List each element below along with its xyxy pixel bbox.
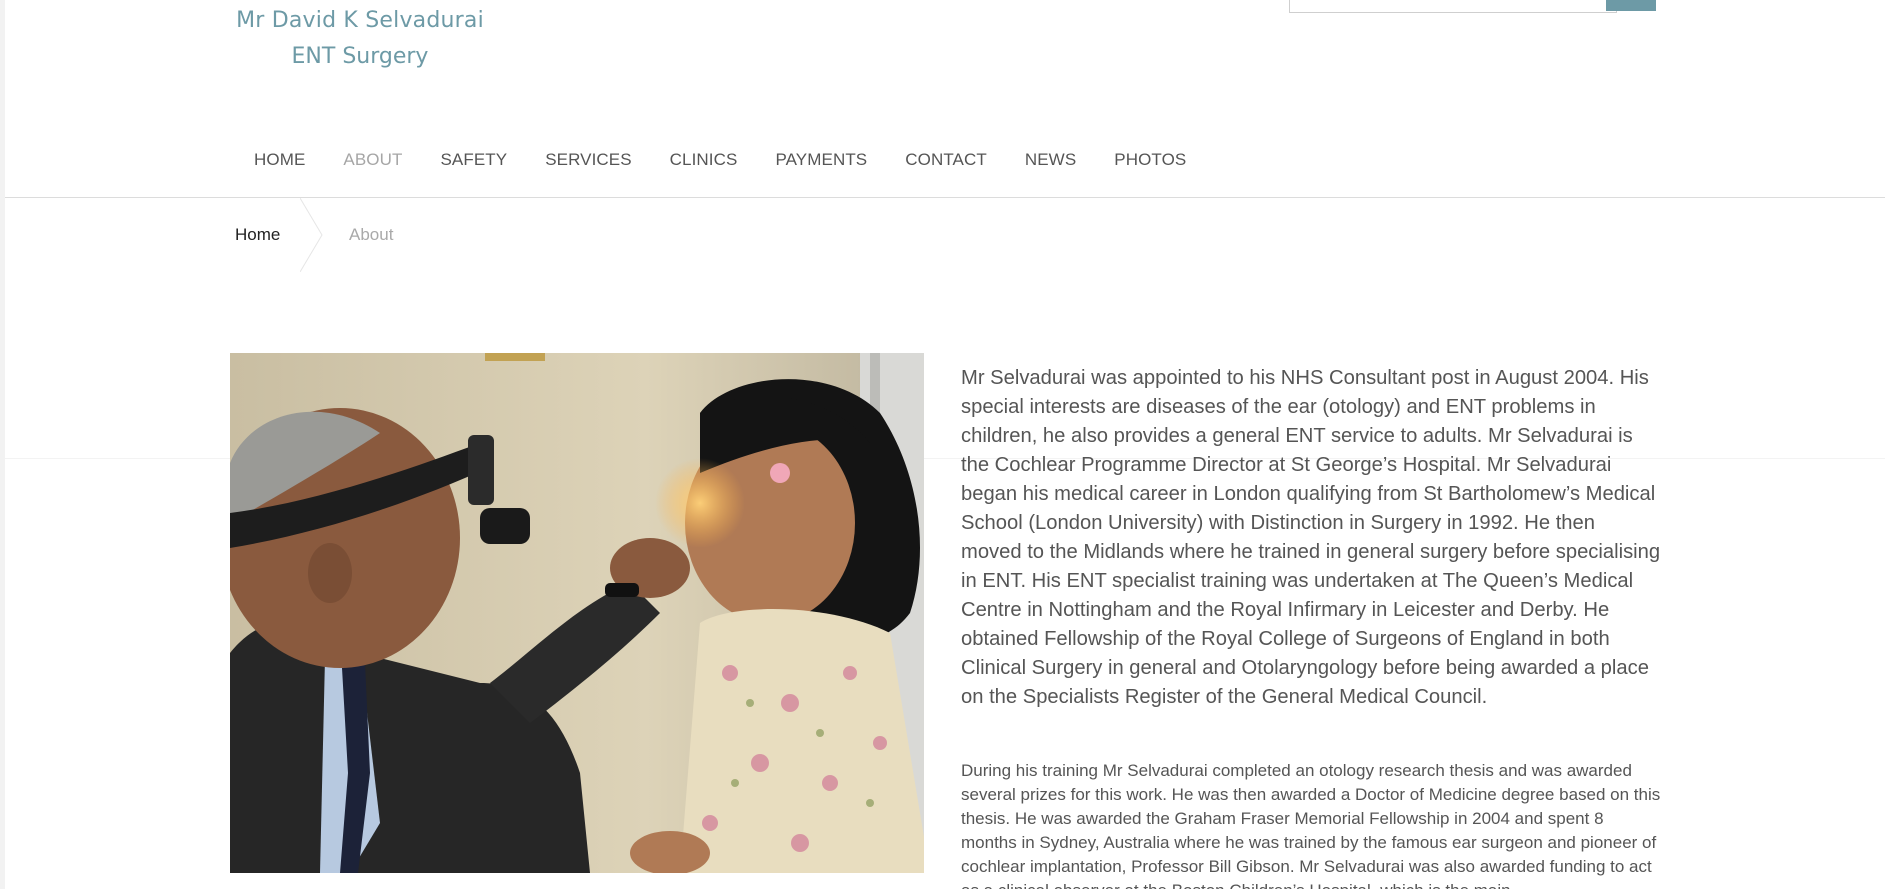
photo-illustration <box>230 353 924 873</box>
site-logo[interactable]: Mr David K Selvadurai ENT Surgery <box>235 4 485 76</box>
nav-item-contact[interactable]: CONTACT <box>886 146 1006 174</box>
logo-tagline: ENT Surgery <box>291 44 429 69</box>
about-lead-paragraph: Mr Selvadurai was appointed to his NHS C… <box>961 367 1661 708</box>
nav-item-about[interactable]: ABOUT <box>324 146 421 174</box>
nav-item-photos[interactable]: PHOTOS <box>1095 146 1205 174</box>
nav-item-services[interactable]: SERVICES <box>526 146 650 174</box>
nav-item-home[interactable]: HOME <box>235 146 324 174</box>
main-nav: HOME ABOUT SAFETY SERVICES CLINICS PAYME… <box>235 146 1205 174</box>
nav-item-news[interactable]: NEWS <box>1006 146 1095 174</box>
header-divider <box>5 197 1885 198</box>
logo-name: Mr David K Selvadurai <box>236 8 484 33</box>
search-input[interactable] <box>1289 0 1617 13</box>
search-button[interactable] <box>1606 0 1656 11</box>
breadcrumb-current: About <box>349 225 394 244</box>
doctor-patient-photo <box>230 353 924 873</box>
page: Mr David K Selvadurai ENT Surgery HOME A… <box>5 0 1885 889</box>
breadcrumb-separator-icon <box>300 198 323 272</box>
nav-item-payments[interactable]: PAYMENTS <box>756 146 886 174</box>
nav-item-clinics[interactable]: CLINICS <box>651 146 757 174</box>
breadcrumb-home[interactable]: Home <box>235 225 280 245</box>
nav-item-safety[interactable]: SAFETY <box>421 146 526 174</box>
about-body-paragraph: During his training Mr Selvadurai comple… <box>961 761 1661 889</box>
